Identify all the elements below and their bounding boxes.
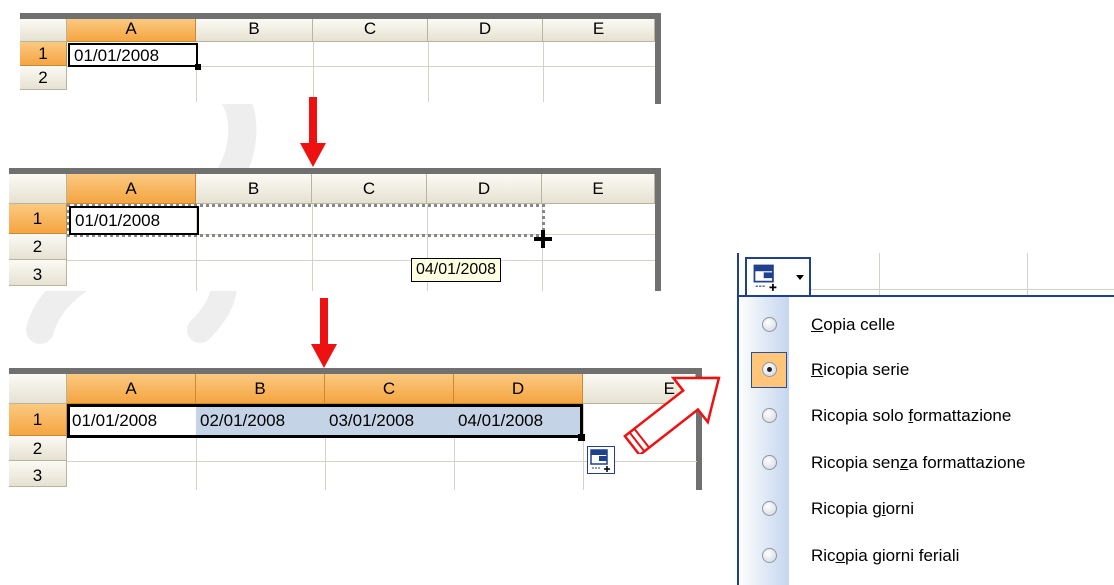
col-header-a[interactable]: A — [67, 174, 196, 204]
menu-header-strip — [739, 253, 1114, 295]
row-header-3[interactable]: 3 — [9, 260, 67, 286]
corner-header[interactable] — [9, 174, 67, 204]
fill-handle[interactable] — [578, 434, 585, 441]
menu-option-ricopia-serie[interactable]: Ricopia serie — [739, 348, 1114, 392]
col-header-c[interactable]: C — [325, 374, 454, 404]
col-header-b[interactable]: B — [196, 374, 325, 404]
corner-header[interactable] — [20, 19, 67, 42]
menu-option-label: Ricopia serie — [811, 360, 910, 379]
col-header-c[interactable]: C — [312, 174, 427, 204]
cell-d1[interactable]: 04/01/2008 — [458, 412, 543, 429]
menu-option-label: Ricopia giorni feriali — [811, 546, 960, 565]
radio-icon — [762, 455, 777, 470]
radio-icon — [762, 408, 777, 423]
menu-option-ricopia-senza-formattazione[interactable]: Ricopia senza formattazione — [739, 441, 1114, 485]
col-header-e[interactable]: E — [543, 19, 655, 42]
menu-option-copia-celle[interactable]: Copia celle — [739, 303, 1114, 347]
row-header-2[interactable]: 2 — [9, 234, 67, 260]
cell-a1[interactable]: 01/01/2008 — [69, 206, 199, 235]
paste-options-icon — [590, 449, 610, 472]
row-header-3[interactable]: 3 — [9, 461, 67, 487]
sheet-dragging: A B C D E 1 2 3 01/01/2008 04/01/2008 — [9, 168, 661, 291]
menu-option-ricopia-solo-formattazione[interactable]: Ricopia solo formattazione — [739, 394, 1114, 438]
col-header-d[interactable]: D — [428, 19, 543, 42]
fill-handle[interactable] — [195, 64, 201, 70]
arrow-right-outline-icon — [623, 376, 721, 454]
radio-icon — [762, 501, 777, 516]
row-header-1[interactable]: 1 — [20, 42, 67, 66]
radio-icon — [762, 317, 777, 332]
autofill-options-button[interactable] — [587, 446, 615, 474]
autofill-options-dropdown-button[interactable] — [745, 257, 811, 295]
value-tooltip: 04/01/2008 — [411, 258, 502, 282]
col-header-b[interactable]: B — [196, 19, 313, 42]
radio-selected-icon — [762, 362, 777, 377]
arrow-down-icon — [300, 97, 326, 167]
crosshair-cursor-icon — [534, 230, 552, 248]
col-header-e[interactable]: E — [542, 174, 655, 204]
chevron-down-icon — [796, 275, 804, 280]
sheet-initial: A B C D E 1 2 01/01/2008 — [20, 13, 661, 104]
col-header-a[interactable]: A — [67, 19, 196, 42]
col-header-d[interactable]: D — [427, 174, 542, 204]
row-header-1[interactable]: 1 — [9, 404, 67, 436]
col-header-a[interactable]: A — [67, 374, 196, 404]
corner-header[interactable] — [9, 374, 67, 404]
row-header-2[interactable]: 2 — [9, 436, 67, 461]
cell-b1[interactable]: 02/01/2008 — [200, 412, 285, 429]
menu-option-ricopia-giorni[interactable]: Ricopia giorni — [739, 487, 1114, 531]
cell-a1[interactable]: 01/01/2008 — [72, 412, 157, 429]
autofill-options-menu: Copia celle Ricopia serie Ricopia solo f… — [737, 253, 1114, 585]
menu-option-label: Ricopia senza formattazione — [811, 453, 1026, 472]
radio-icon — [762, 548, 777, 563]
row-header-1[interactable]: 1 — [9, 204, 67, 234]
menu-option-label: Ricopia solo formattazione — [811, 406, 1012, 425]
menu-option-label: Ricopia giorni — [811, 499, 915, 518]
paste-options-icon — [753, 264, 777, 291]
arrow-down-icon — [311, 298, 337, 368]
menu-option-ricopia-giorni-feriali[interactable]: Ricopia giorni feriali — [739, 534, 1114, 578]
col-header-d[interactable]: D — [454, 374, 583, 404]
col-header-c[interactable]: C — [313, 19, 428, 42]
cell-a1[interactable]: 01/01/2008 — [68, 43, 198, 67]
sheet-filled: A B C D E 1 2 3 01/01/2008 02/01/2008 03… — [9, 368, 702, 490]
menu-option-label: Copia celle — [811, 315, 896, 334]
row-header-2[interactable]: 2 — [20, 66, 67, 90]
col-header-b[interactable]: B — [196, 174, 312, 204]
cell-c1[interactable]: 03/01/2008 — [329, 412, 414, 429]
